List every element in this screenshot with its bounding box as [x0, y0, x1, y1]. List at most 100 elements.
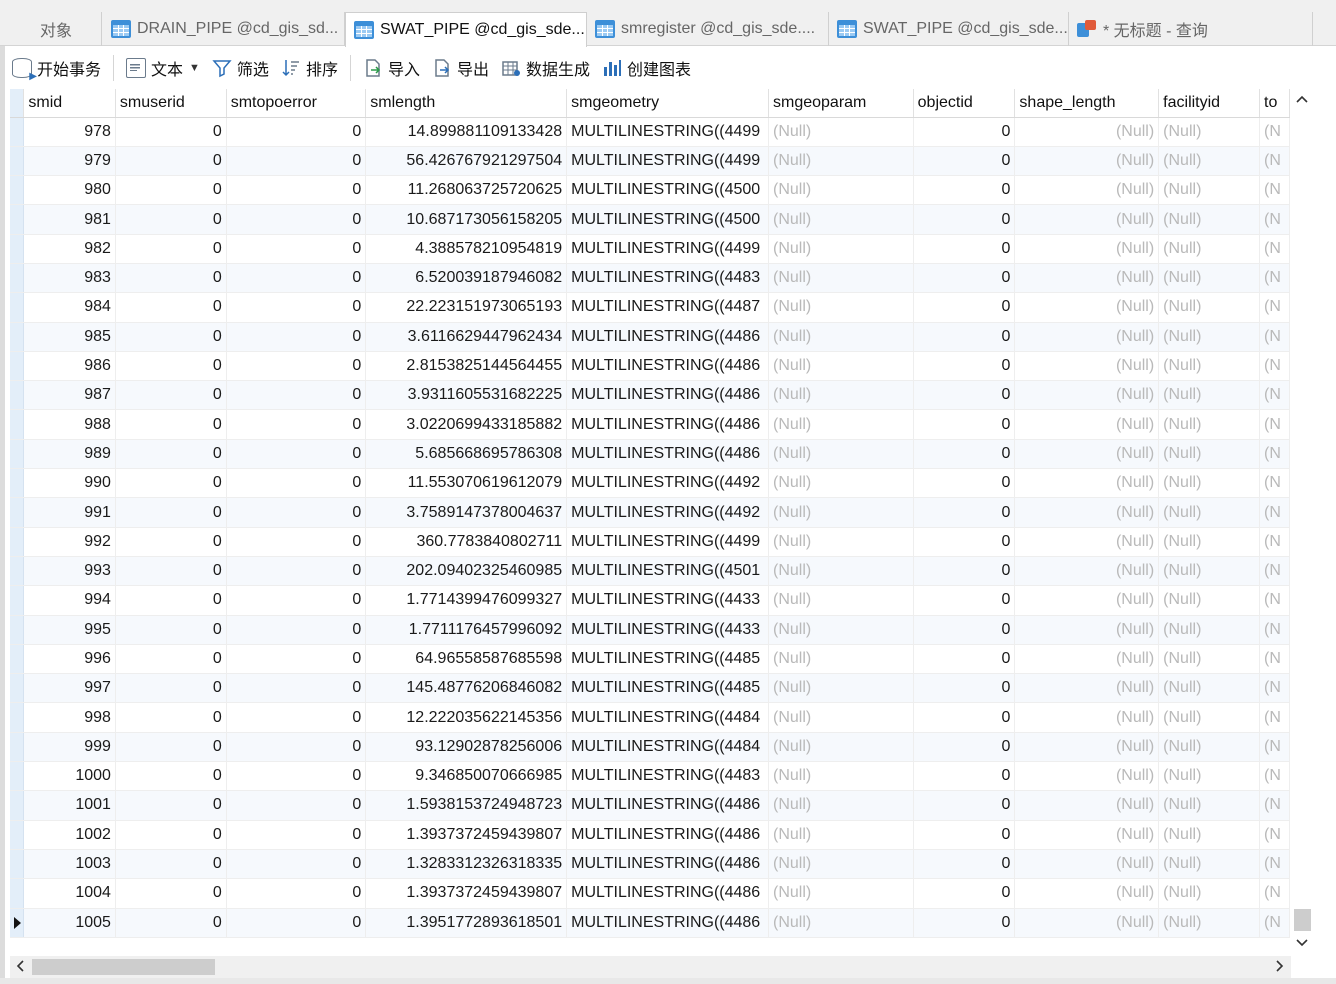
cell-facilityid[interactable]: (Null): [1158, 849, 1261, 880]
cell-smlength[interactable]: 5.685668695786308: [365, 439, 568, 470]
cell-smgeoparam[interactable]: (Null): [768, 468, 914, 499]
cell-shape-length[interactable]: (Null): [1014, 790, 1160, 821]
cell-smid[interactable]: 988: [23, 409, 116, 440]
cell-facilityid[interactable]: (Null): [1158, 615, 1261, 645]
cell-smid[interactable]: 1005: [23, 908, 116, 938]
cell-to[interactable]: (N: [1259, 615, 1290, 645]
cell-smtopoerror[interactable]: 0: [226, 585, 367, 616]
cell-smgeoparam[interactable]: (Null): [768, 146, 914, 177]
cell-to[interactable]: (N: [1259, 790, 1290, 821]
cell-smuserid[interactable]: 0: [115, 292, 227, 323]
cell-shape-length[interactable]: (Null): [1014, 351, 1160, 382]
cell-facilityid[interactable]: (Null): [1158, 790, 1261, 821]
cell-smgeoparam[interactable]: (Null): [768, 351, 914, 382]
row-header[interactable]: [10, 673, 25, 704]
row-header[interactable]: [10, 849, 25, 880]
cell-smgeoparam[interactable]: (Null): [768, 849, 914, 880]
table-row[interactable]: 980 0 0 11.268063725720625 MULTILINESTRING((…: [10, 175, 1290, 206]
vertical-scrollbar[interactable]: [1291, 89, 1313, 955]
cell-objectid[interactable]: 0: [913, 820, 1016, 850]
cell-facilityid[interactable]: (Null): [1158, 908, 1261, 938]
import-button[interactable]: 导入: [357, 53, 426, 83]
cell-objectid[interactable]: 0: [913, 409, 1016, 440]
table-row[interactable]: 995 0 0 1.7711176457996092 MULTILINESTRING((…: [10, 615, 1290, 645]
cell-shape-length[interactable]: (Null): [1014, 322, 1160, 352]
cell-objectid[interactable]: 0: [913, 263, 1016, 294]
cell-shape-length[interactable]: (Null): [1014, 673, 1160, 704]
cell-smtopoerror[interactable]: 0: [226, 351, 367, 382]
cell-smuserid[interactable]: 0: [115, 908, 227, 938]
cell-smid[interactable]: 983: [23, 263, 116, 294]
cell-to[interactable]: (N: [1259, 263, 1290, 294]
cell-facilityid[interactable]: (Null): [1158, 175, 1261, 206]
cell-smuserid[interactable]: 0: [115, 234, 227, 264]
cell-to[interactable]: (N: [1259, 820, 1290, 850]
row-header[interactable]: [10, 175, 25, 206]
cell-smgeometry[interactable]: MULTILINESTRING((4483: [566, 761, 769, 792]
table-row[interactable]: 985 0 0 3.6116629447962434 MULTILINESTRING((…: [10, 322, 1290, 352]
cell-facilityid[interactable]: (Null): [1158, 351, 1261, 382]
cell-smgeometry[interactable]: MULTILINESTRING((4486: [566, 322, 769, 352]
table-row[interactable]: 982 0 0 4.388578210954819 MULTILINESTRING((4…: [10, 234, 1290, 264]
cell-shape-length[interactable]: (Null): [1014, 468, 1160, 499]
cell-smgeoparam[interactable]: (Null): [768, 527, 914, 557]
cell-smgeoparam[interactable]: (Null): [768, 908, 914, 938]
cell-smuserid[interactable]: 0: [115, 556, 227, 587]
table-row[interactable]: 1005 0 0 1.3951772893618501 MULTILINESTRING(…: [10, 908, 1290, 938]
row-header[interactable]: [10, 527, 25, 557]
cell-to[interactable]: (N: [1259, 468, 1290, 499]
tab-untitled-query[interactable]: * 无标题 - 查询: [1069, 12, 1313, 46]
cell-shape-length[interactable]: (Null): [1014, 175, 1160, 206]
cell-smtopoerror[interactable]: 0: [226, 263, 367, 294]
cell-smgeometry[interactable]: MULTILINESTRING((4486: [566, 790, 769, 821]
cell-smgeoparam[interactable]: (Null): [768, 790, 914, 821]
cell-facilityid[interactable]: (Null): [1158, 322, 1261, 352]
cell-facilityid[interactable]: (Null): [1158, 204, 1261, 235]
cell-smgeoparam[interactable]: (Null): [768, 615, 914, 645]
cell-smgeometry[interactable]: MULTILINESTRING((4486: [566, 878, 769, 909]
cell-objectid[interactable]: 0: [913, 234, 1016, 264]
cell-smuserid[interactable]: 0: [115, 351, 227, 382]
begin-transaction-button[interactable]: 开始事务: [6, 53, 107, 83]
cell-smtopoerror[interactable]: 0: [226, 820, 367, 850]
row-header[interactable]: [10, 702, 25, 733]
cell-to[interactable]: (N: [1259, 585, 1290, 616]
row-header[interactable]: [10, 908, 25, 938]
cell-to[interactable]: (N: [1259, 409, 1290, 440]
cell-smlength[interactable]: 11.268063725720625: [365, 175, 568, 206]
cell-smid[interactable]: 978: [23, 117, 116, 147]
horizontal-scrollbar[interactable]: [10, 956, 1291, 978]
row-header[interactable]: [10, 263, 25, 294]
tab-drain-pipe[interactable]: DRAIN_PIPE @cd_gis_sd...: [103, 12, 345, 46]
cell-smtopoerror[interactable]: 0: [226, 117, 367, 147]
row-header[interactable]: [10, 878, 25, 909]
cell-smgeometry[interactable]: MULTILINESTRING((4486: [566, 820, 769, 850]
cell-shape-length[interactable]: (Null): [1014, 556, 1160, 587]
cell-to[interactable]: (N: [1259, 439, 1290, 470]
cell-shape-length[interactable]: (Null): [1014, 409, 1160, 440]
table-row[interactable]: 991 0 0 3.7589147378004637 MULTILINESTRING((…: [10, 497, 1290, 528]
cell-smgeometry[interactable]: MULTILINESTRING((4500: [566, 175, 769, 206]
table-row[interactable]: 996 0 0 64.96558587685598 MULTILINESTRING((4…: [10, 644, 1290, 675]
cell-to[interactable]: (N: [1259, 380, 1290, 411]
row-header[interactable]: [10, 497, 25, 528]
row-header[interactable]: [10, 644, 25, 675]
horizontal-scroll-thumb[interactable]: [32, 959, 215, 975]
cell-smgeoparam[interactable]: (Null): [768, 204, 914, 235]
cell-smtopoerror[interactable]: 0: [226, 878, 367, 909]
cell-smgeoparam[interactable]: (Null): [768, 292, 914, 323]
cell-to[interactable]: (N: [1259, 702, 1290, 733]
table-row[interactable]: 994 0 0 1.7714399476099327 MULTILINESTRING((…: [10, 585, 1290, 616]
cell-smgeoparam[interactable]: (Null): [768, 497, 914, 528]
cell-objectid[interactable]: 0: [913, 497, 1016, 528]
table-row[interactable]: 986 0 0 2.8153825144564455 MULTILINESTRING((…: [10, 351, 1290, 382]
column-header-objectid[interactable]: objectid: [913, 89, 1016, 118]
cell-smuserid[interactable]: 0: [115, 878, 227, 909]
cell-smgeoparam[interactable]: (Null): [768, 175, 914, 206]
cell-smid[interactable]: 990: [23, 468, 116, 499]
cell-smgeometry[interactable]: MULTILINESTRING((4486: [566, 351, 769, 382]
cell-to[interactable]: (N: [1259, 878, 1290, 909]
cell-smlength[interactable]: 14.899881109133428: [365, 117, 568, 147]
column-header-smlength[interactable]: smlength: [365, 89, 568, 118]
cell-facilityid[interactable]: (Null): [1158, 234, 1261, 264]
